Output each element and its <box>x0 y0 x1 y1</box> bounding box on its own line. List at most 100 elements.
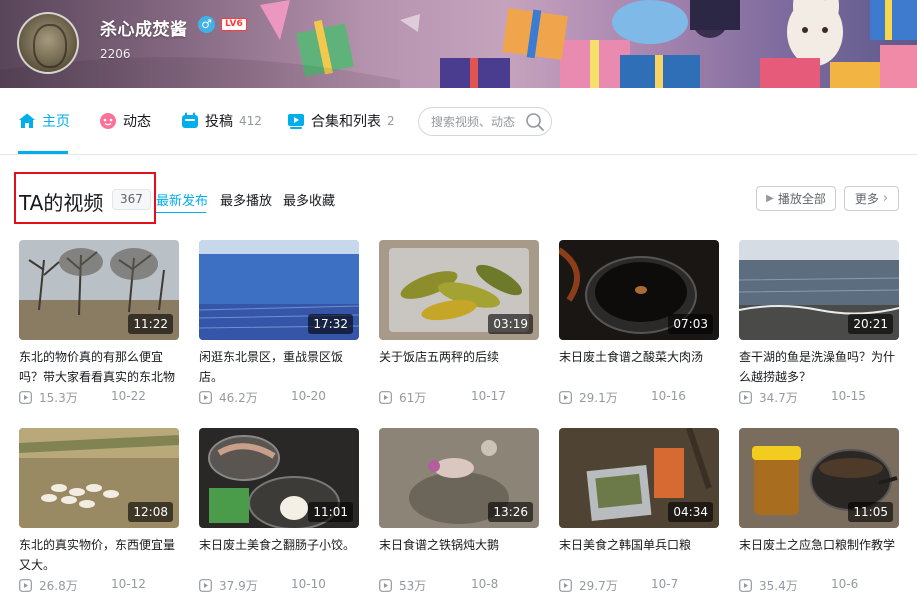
publish-date: 10-6 <box>831 577 859 591</box>
view-count: 26.8万 <box>39 579 78 593</box>
upload-icon <box>181 112 199 130</box>
video-thumbnail[interactable]: 04:34 <box>559 428 719 528</box>
active-tab-indicator <box>18 151 68 154</box>
video-meta: 29.1万 10-16 <box>559 389 719 407</box>
tab-uploads-label: 投稿 <box>205 114 233 130</box>
tab-dynamic[interactable]: 动态 <box>99 88 151 154</box>
more-label: 更多 <box>854 192 879 206</box>
video-count-badge: 367 <box>112 189 151 210</box>
publish-date: 10-20 <box>291 389 326 403</box>
video-thumbnail[interactable]: 11:05 <box>739 428 899 528</box>
video-meta: 26.8万 10-12 <box>19 577 179 595</box>
search-box[interactable] <box>418 107 552 136</box>
publish-date: 10-15 <box>831 389 866 403</box>
tab-dynamic-label: 动态 <box>123 114 151 130</box>
video-meta: 61万 10-17 <box>379 389 539 407</box>
video-thumbnail[interactable]: 03:19 <box>379 240 539 340</box>
video-title[interactable]: 东北的真实物价，东西便宜量又大。 <box>19 535 181 575</box>
video-meta: 29.7万 10-7 <box>559 577 719 595</box>
video-duration: 04:34 <box>668 502 713 522</box>
home-icon <box>18 112 36 130</box>
uploads-count: 412 <box>239 114 262 128</box>
video-title[interactable]: 关于饭店五两秤的后续 <box>379 347 541 367</box>
video-duration: 20:21 <box>848 314 893 334</box>
video-title[interactable]: 东北的物价真的有那么便宜吗？带大家看看真实的东北物 <box>19 347 181 387</box>
view-count: 53万 <box>399 579 427 593</box>
search-icon[interactable] <box>525 112 545 132</box>
play-all-label: 播放全部 <box>777 192 826 206</box>
banner-artwork <box>0 0 917 88</box>
video-title[interactable]: 末日废土食谱之酸菜大肉汤 <box>559 347 721 367</box>
search-input[interactable] <box>431 114 523 130</box>
video-thumbnail[interactable]: 13:26 <box>379 428 539 528</box>
more-button[interactable]: 更多 › <box>844 186 899 211</box>
play-count-icon <box>739 579 752 592</box>
level-badge: LV6 <box>221 18 247 31</box>
video-title[interactable]: 末日食谱之铁锅炖大鹅 <box>379 535 541 555</box>
video-duration: 13:26 <box>488 502 533 522</box>
view-count: 35.4万 <box>759 579 798 593</box>
tab-home[interactable]: 主页 <box>18 88 70 154</box>
video-duration: 03:19 <box>488 314 533 334</box>
view-count: 61万 <box>399 391 427 405</box>
play-count-icon <box>199 579 212 592</box>
fan-count: 2206 <box>100 47 131 61</box>
avatar[interactable] <box>17 12 79 74</box>
video-title[interactable]: 查干湖的鱼是洗澡鱼吗？为什么越捞越多？ <box>739 347 901 387</box>
publish-date: 10-8 <box>471 577 499 591</box>
view-count: 29.7万 <box>579 579 618 593</box>
play-count-icon <box>199 391 212 404</box>
tab-home-label: 主页 <box>42 114 70 130</box>
collections-count: 2 <box>387 114 395 128</box>
video-title[interactable]: 末日废土之应急口粮制作教学 <box>739 535 901 555</box>
video-meta: 53万 10-8 <box>379 577 539 595</box>
video-meta: 37.9万 10-10 <box>199 577 359 595</box>
publish-date: 10-16 <box>651 389 686 403</box>
play-count-icon <box>559 391 572 404</box>
video-thumbnail[interactable]: 07:03 <box>559 240 719 340</box>
play-count-icon <box>559 579 572 592</box>
video-meta: 34.7万 10-15 <box>739 389 899 407</box>
video-title[interactable]: 末日美食之韩国单兵口粮 <box>559 535 721 555</box>
video-thumbnail[interactable]: 11:01 <box>199 428 359 528</box>
play-count-icon <box>379 391 392 404</box>
section-title: TA的视频 <box>19 191 104 215</box>
tab-uploads[interactable]: 投稿 412 <box>181 88 262 154</box>
video-thumbnail[interactable]: 12:08 <box>19 428 179 528</box>
view-count: 34.7万 <box>759 391 798 405</box>
tab-collections-label: 合集和列表 <box>311 114 381 130</box>
view-count: 15.3万 <box>39 391 78 405</box>
video-duration: 11:22 <box>128 314 173 334</box>
video-duration: 11:05 <box>848 502 893 522</box>
play-count-icon <box>739 391 752 404</box>
male-icon: ♂ <box>198 16 215 33</box>
publish-date: 10-7 <box>651 577 679 591</box>
sort-most-favorited[interactable]: 最多收藏 <box>283 190 335 209</box>
video-thumbnail[interactable]: 11:22 <box>19 240 179 340</box>
play-count-icon <box>379 579 392 592</box>
play-count-icon <box>19 391 32 404</box>
tab-collections[interactable]: 合集和列表 2 <box>287 88 395 154</box>
sort-active-indicator <box>156 212 206 213</box>
video-title[interactable]: 闲逛东北景区，重战景区饭店。 <box>199 347 361 387</box>
username[interactable]: 杀心成焚酱 <box>100 15 188 40</box>
publish-date: 10-17 <box>471 389 506 403</box>
publish-date: 10-22 <box>111 389 146 403</box>
video-meta: 35.4万 10-6 <box>739 577 899 595</box>
video-duration: 17:32 <box>308 314 353 334</box>
sort-latest[interactable]: 最新发布 <box>156 190 208 209</box>
dynamic-icon <box>99 112 117 130</box>
play-count-icon <box>19 579 32 592</box>
video-thumbnail[interactable]: 17:32 <box>199 240 359 340</box>
video-duration: 12:08 <box>128 502 173 522</box>
play-all-button[interactable]: ▶ 播放全部 <box>756 186 836 211</box>
video-meta: 15.3万 10-22 <box>19 389 179 407</box>
video-duration: 11:01 <box>308 502 353 522</box>
sort-most-played[interactable]: 最多播放 <box>220 190 272 209</box>
video-title[interactable]: 末日废土美食之翻肠子小饺。 <box>199 535 361 555</box>
publish-date: 10-10 <box>291 577 326 591</box>
view-count: 29.1万 <box>579 391 618 405</box>
chevron-right-icon: › <box>882 191 889 206</box>
publish-date: 10-12 <box>111 577 146 591</box>
video-thumbnail[interactable]: 20:21 <box>739 240 899 340</box>
